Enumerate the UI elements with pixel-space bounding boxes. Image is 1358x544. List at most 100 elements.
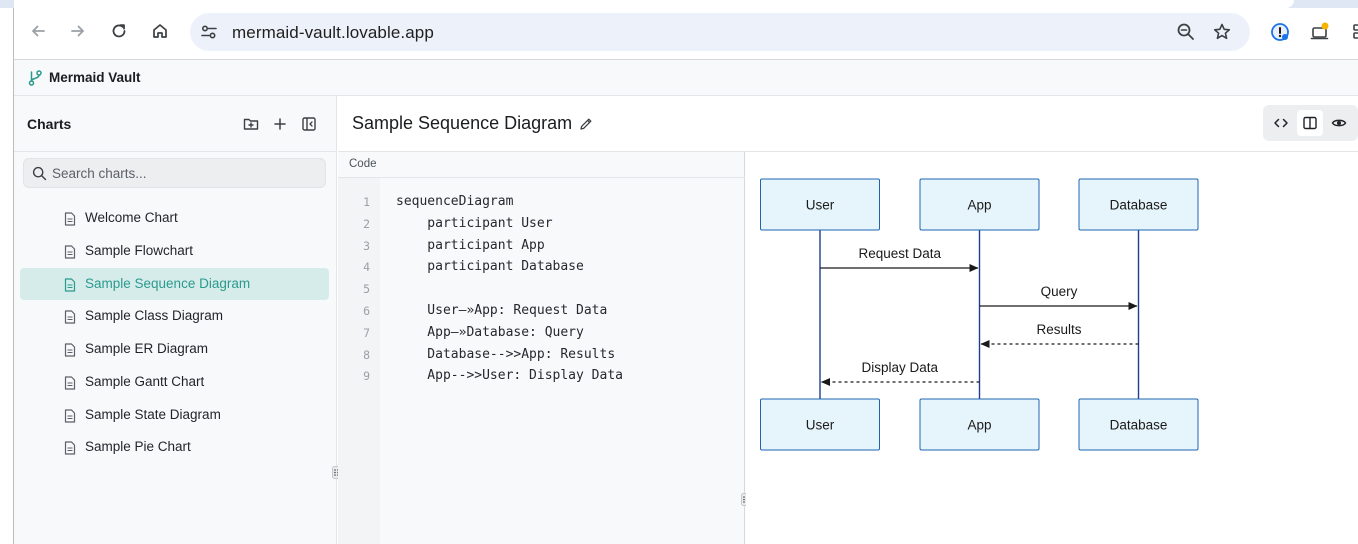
code-line: 4 participant Database: [338, 258, 745, 280]
bookmark-star-icon[interactable]: [1212, 22, 1232, 47]
diagram-preview-pane: User User App App Database Database Request Da…: [746, 152, 1358, 544]
code-text: Database-->>App: Results: [396, 346, 616, 362]
git-branch-logo-icon: [28, 70, 42, 91]
code-lines[interactable]: 1 sequenceDiagram 2 participant User 3 pa…: [338, 193, 745, 389]
notification-extension-icon[interactable]: [1310, 22, 1330, 47]
code-editor-pane[interactable]: Code 1 sequenceDiagram 2 participant User…: [338, 152, 745, 544]
chart-item-welcome-chart[interactable]: Welcome Chart: [20, 202, 329, 235]
line-number: 7: [363, 325, 370, 340]
browser-toolbar: mermaid-vault.lovable.app: [14, 8, 1358, 60]
home-icon[interactable]: [149, 20, 171, 42]
code-pane-header: Code: [338, 152, 745, 178]
chart-item-sample-gantt-chart[interactable]: Sample Gantt Chart: [20, 366, 329, 399]
code-line: 6 User—»App: Request Data: [338, 302, 745, 324]
code-view-icon[interactable]: [1268, 110, 1294, 136]
file-icon: [64, 376, 76, 395]
url-text[interactable]: mermaid-vault.lovable.app: [232, 23, 434, 43]
sequence-diagram: User User App App Database Database Request Da…: [760, 178, 1199, 451]
code-line: 2 participant User: [338, 215, 745, 237]
new-folder-icon[interactable]: [242, 115, 260, 133]
file-icon: [64, 408, 76, 428]
search-icon: [32, 166, 47, 186]
line-number: 5: [363, 282, 370, 297]
chart-item-sample-pie-chart[interactable]: Sample Pie Chart: [20, 431, 329, 464]
chart-item-label: Welcome Chart: [85, 210, 178, 225]
app-title: Mermaid Vault: [49, 70, 141, 85]
message-label-2: Query: [1041, 284, 1078, 299]
participant-label-app-top: App: [967, 198, 991, 213]
file-icon: [64, 245, 76, 264]
code-text: sequenceDiagram: [396, 194, 514, 209]
sidebar-header: Charts: [14, 96, 337, 152]
address-bar[interactable]: mermaid-vault.lovable.app: [190, 13, 1250, 51]
forward-icon[interactable]: [67, 20, 89, 42]
site-settings-icon[interactable]: [200, 23, 218, 46]
file-icon: [64, 441, 76, 460]
file-icon: [64, 310, 76, 329]
code-text: participant App: [396, 237, 545, 253]
edit-title-pencil-icon[interactable]: [578, 116, 594, 137]
participant-label-database-top: Database: [1110, 198, 1168, 213]
view-mode-toggle: [1263, 105, 1358, 141]
chart-item-label: Sample State Diagram: [85, 406, 221, 422]
participant-label-user-bottom: User: [806, 418, 835, 433]
chart-item-label: Sample ER Diagram: [85, 341, 209, 356]
file-icon: [64, 212, 76, 231]
chart-title[interactable]: Sample Sequence Diagram: [352, 113, 572, 134]
code-text: participant Database: [396, 259, 584, 275]
sidebar-title: Charts: [27, 116, 72, 132]
line-number: 9: [363, 369, 370, 384]
code-label: Code: [349, 158, 377, 170]
message-label-3: Results: [1036, 322, 1081, 337]
editor-header: Sample Sequence Diagram: [338, 96, 1358, 152]
preview-eye-icon[interactable]: [1326, 110, 1352, 136]
chart-item-sample-state-diagram[interactable]: Sample State Diagram: [20, 399, 329, 432]
participant-label-database-bottom: Database: [1110, 418, 1168, 433]
chart-item-label: Sample Pie Chart: [85, 439, 191, 455]
line-number: 6: [363, 303, 370, 318]
file-icon: [64, 343, 76, 362]
chart-list: Welcome Chart Sample Flowchart Sample Se…: [20, 202, 329, 464]
code-text: participant User: [396, 215, 553, 231]
code-text: App-->>User: Display Data: [396, 368, 623, 384]
reload-icon[interactable]: [108, 20, 130, 42]
chart-item-label: Sample Flowchart: [85, 242, 194, 258]
zoom-icon[interactable]: [1176, 22, 1196, 47]
search-field[interactable]: [23, 158, 326, 188]
search-input[interactable]: [52, 163, 312, 183]
line-number: 3: [363, 238, 370, 253]
code-line: 5: [338, 280, 745, 302]
code-line: 9 App-->>User: Display Data: [338, 367, 745, 389]
extensions-puzzle-icon[interactable]: [1350, 22, 1358, 47]
back-icon[interactable]: [27, 20, 49, 42]
password-extension-icon[interactable]: [1270, 22, 1290, 47]
line-number: 2: [363, 216, 370, 231]
participant-label-user-top: User: [806, 198, 835, 213]
chart-item-sample-sequence-diagram[interactable]: Sample Sequence Diagram: [20, 267, 329, 301]
line-number: 8: [363, 347, 370, 362]
file-icon: [64, 277, 76, 297]
chart-item-sample-er-diagram[interactable]: Sample ER Diagram: [20, 333, 329, 366]
chart-item-label: Sample Gantt Chart: [85, 373, 205, 389]
code-text: User—»App: Request Data: [396, 302, 608, 318]
code-line: 7 App—»Database: Query: [338, 324, 745, 346]
participant-label-app-bottom: App: [967, 418, 991, 433]
message-label-1: Request Data: [858, 246, 941, 261]
chart-item-sample-class-diagram[interactable]: Sample Class Diagram: [20, 300, 329, 333]
code-line: 1 sequenceDiagram: [338, 193, 745, 215]
window-edge: [0, 0, 14, 544]
code-line: 3 participant App: [338, 237, 745, 259]
line-number: 1: [363, 195, 370, 209]
app-header: Mermaid Vault: [14, 60, 1358, 96]
line-number: 4: [363, 260, 370, 275]
charts-sidebar: Charts Welcome Chart Sample Flowchart Sa…: [14, 96, 337, 544]
chart-item-label: Sample Sequence Diagram: [85, 275, 251, 291]
chart-item-sample-flowchart[interactable]: Sample Flowchart: [20, 235, 329, 268]
code-text: App—»Database: Query: [396, 324, 584, 340]
split-view-icon[interactable]: [1297, 110, 1323, 136]
tab-strip: [14, 0, 1358, 8]
chart-item-label: Sample Class Diagram: [85, 308, 224, 324]
add-chart-icon[interactable]: [271, 115, 289, 133]
collapse-sidebar-icon[interactable]: [300, 115, 318, 133]
message-label-4: Display Data: [861, 360, 938, 375]
